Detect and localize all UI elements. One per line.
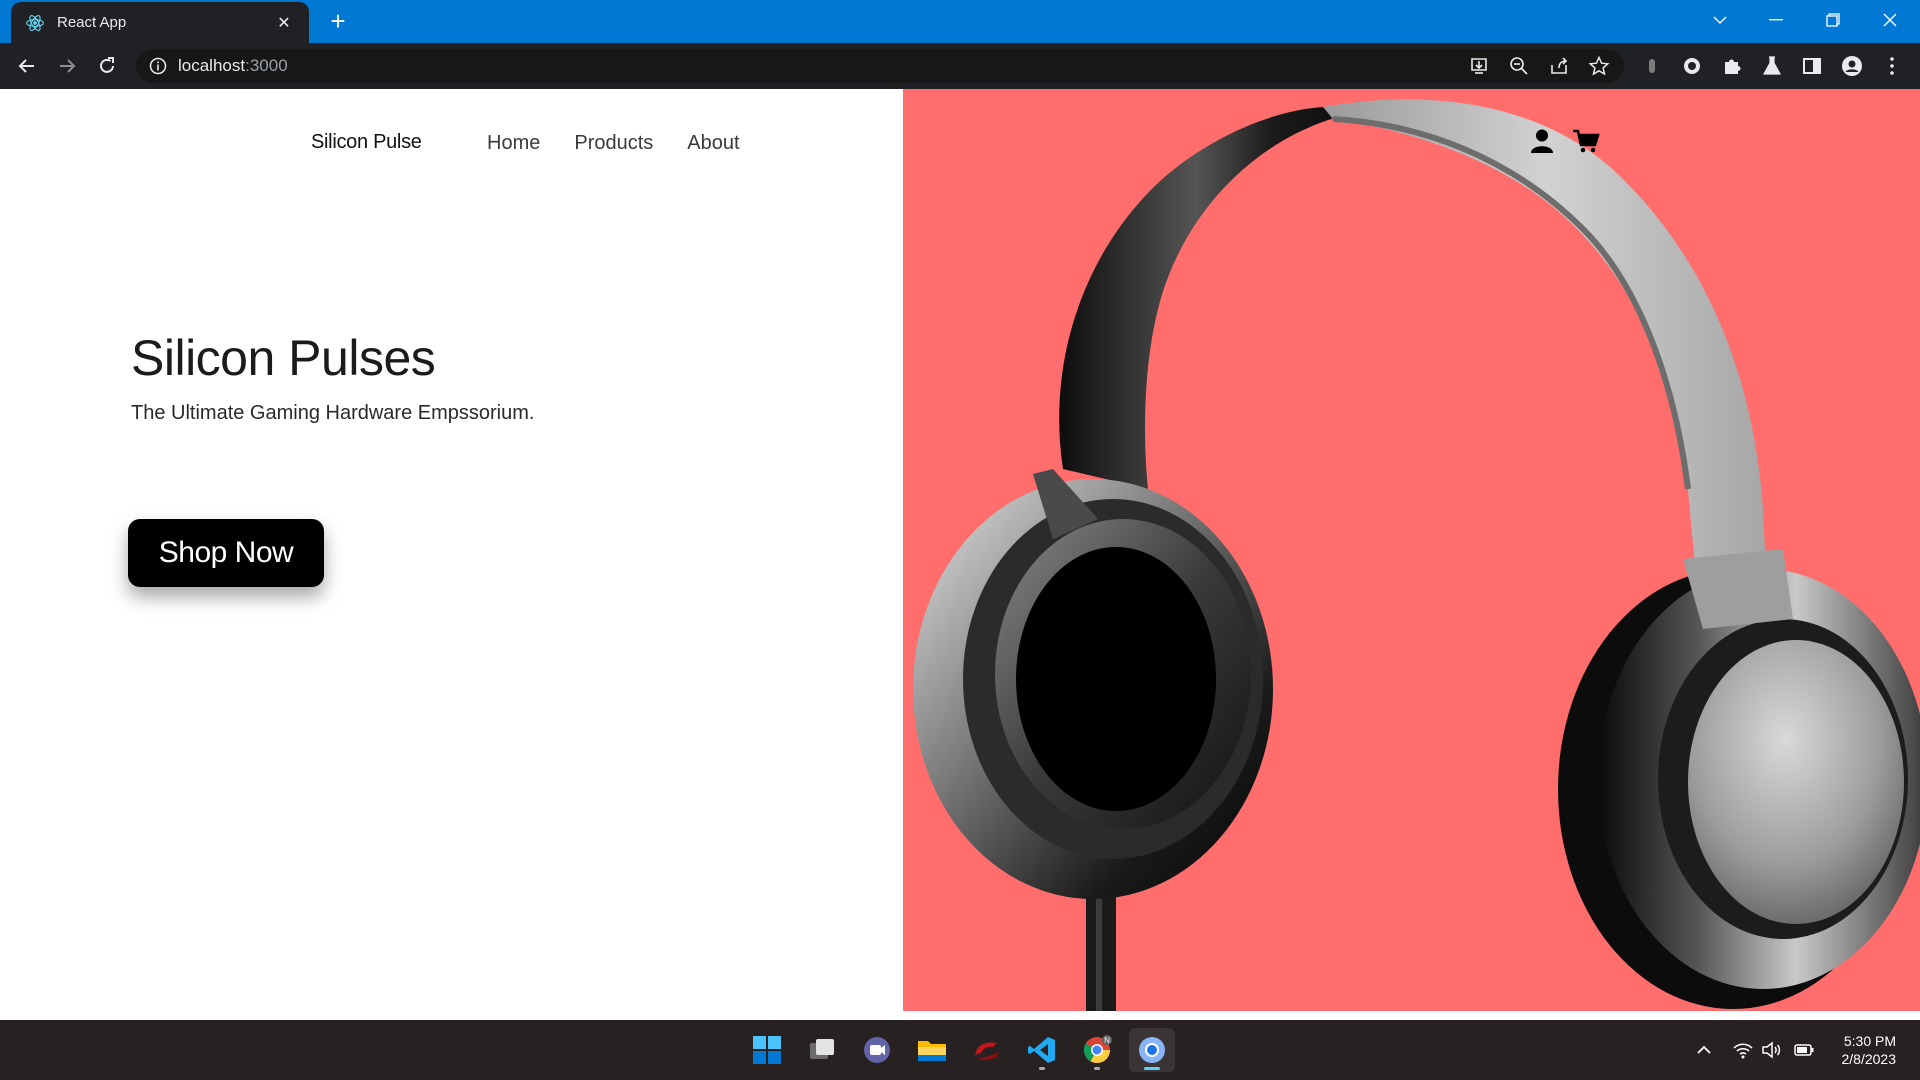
nav-link-about[interactable]: About <box>687 132 739 155</box>
windows-start-icon <box>753 1036 781 1064</box>
hero-title: Silicon Pulses <box>131 330 436 386</box>
restore-button[interactable] <box>1805 0 1861 40</box>
task-view-button[interactable] <box>799 1028 845 1072</box>
profile-avatar-icon[interactable] <box>1840 54 1864 78</box>
react-favicon-icon <box>26 14 44 31</box>
chrome-badge: N <box>1104 1036 1110 1045</box>
hero-subtitle: The Ultimate Gaming Hardware Empssorium. <box>131 402 535 424</box>
teams-chat-icon <box>864 1037 890 1063</box>
tab-title: React App <box>57 14 127 31</box>
task-view-icon <box>810 1039 834 1059</box>
arrow-right-icon <box>60 59 76 73</box>
shop-now-button[interactable]: Shop Now <box>128 519 324 587</box>
browser-toolbar: localhost:3000 <box>0 43 1920 89</box>
volume-icon[interactable] <box>1760 1039 1782 1061</box>
chrome-active-button[interactable] <box>1129 1028 1175 1072</box>
red-app-icon <box>975 1042 999 1061</box>
reload-button[interactable] <box>92 51 122 81</box>
clock-time: 5:30 PM <box>1843 1033 1896 1049</box>
running-indicator <box>1039 1067 1045 1070</box>
teams-chat-button[interactable] <box>854 1028 900 1072</box>
hero-headphones-image <box>903 89 1920 1011</box>
labs-flask-icon[interactable] <box>1760 54 1784 78</box>
site-brand[interactable]: Silicon Pulse <box>311 131 422 154</box>
chrome-icon: N <box>1083 1035 1112 1064</box>
wifi-icon[interactable] <box>1732 1039 1754 1061</box>
windows-taskbar: N 5:30 PM 2/8/2023 <box>0 1020 1920 1080</box>
user-icon[interactable] <box>1528 127 1556 155</box>
chrome-button[interactable]: N <box>1074 1028 1120 1072</box>
new-tab-button[interactable]: + <box>324 8 352 36</box>
start-button[interactable] <box>744 1028 790 1072</box>
nav-link-products[interactable]: Products <box>574 132 653 155</box>
forward-button[interactable] <box>52 51 82 81</box>
tab-close-icon[interactable]: ✕ <box>273 12 295 34</box>
clock-date: 2/8/2023 <box>1841 1051 1897 1067</box>
back-button[interactable] <box>12 51 42 81</box>
red-app-button[interactable] <box>964 1028 1010 1072</box>
vscode-icon <box>1028 1037 1055 1063</box>
cart-icon[interactable] <box>1572 127 1600 155</box>
nav-link-home[interactable]: Home <box>487 132 540 155</box>
extensions-puzzle-icon[interactable] <box>1720 54 1744 78</box>
browser-menu-icon[interactable] <box>1880 54 1904 78</box>
browser-tab-active[interactable]: React App ✕ <box>11 2 309 43</box>
minimize-button[interactable] <box>1748 0 1804 40</box>
chevron-up-icon[interactable] <box>1693 1039 1715 1061</box>
zoom-icon[interactable] <box>1508 55 1530 77</box>
file-explorer-button[interactable] <box>909 1028 955 1072</box>
extension-circle-icon[interactable] <box>1680 54 1704 78</box>
url-text: localhost:3000 <box>178 56 288 76</box>
vscode-button[interactable] <box>1019 1028 1065 1072</box>
arrow-left-icon <box>18 59 34 73</box>
address-bar[interactable]: localhost:3000 <box>136 49 1624 83</box>
url-port: :3000 <box>245 56 288 75</box>
reload-icon <box>100 57 114 73</box>
side-panel-icon[interactable] <box>1800 54 1824 78</box>
install-app-icon[interactable] <box>1468 55 1490 77</box>
file-explorer-icon <box>918 1041 946 1061</box>
tab-search-chevron-icon[interactable] <box>1692 0 1748 40</box>
close-window-button[interactable] <box>1862 0 1918 40</box>
battery-icon[interactable] <box>1793 1039 1815 1061</box>
bookmark-star-icon[interactable] <box>1588 55 1610 77</box>
browser-tab-strip: React App ✕ + <box>0 0 1920 43</box>
page-viewport: Silicon Pulse Home Products About Silico… <box>0 89 1920 1020</box>
active-indicator <box>1144 1067 1160 1070</box>
main-nav: Home Products About <box>487 132 740 155</box>
running-indicator <box>1094 1067 1100 1070</box>
share-icon[interactable] <box>1548 55 1570 77</box>
extension-gray-icon[interactable] <box>1640 54 1664 78</box>
url-host: localhost <box>178 56 246 75</box>
chrome-active-icon <box>1139 1037 1165 1063</box>
headphones-illustration <box>913 99 1920 1011</box>
site-info-icon[interactable] <box>148 56 168 76</box>
system-clock[interactable]: 5:30 PM 2/8/2023 <box>1842 1032 1897 1068</box>
